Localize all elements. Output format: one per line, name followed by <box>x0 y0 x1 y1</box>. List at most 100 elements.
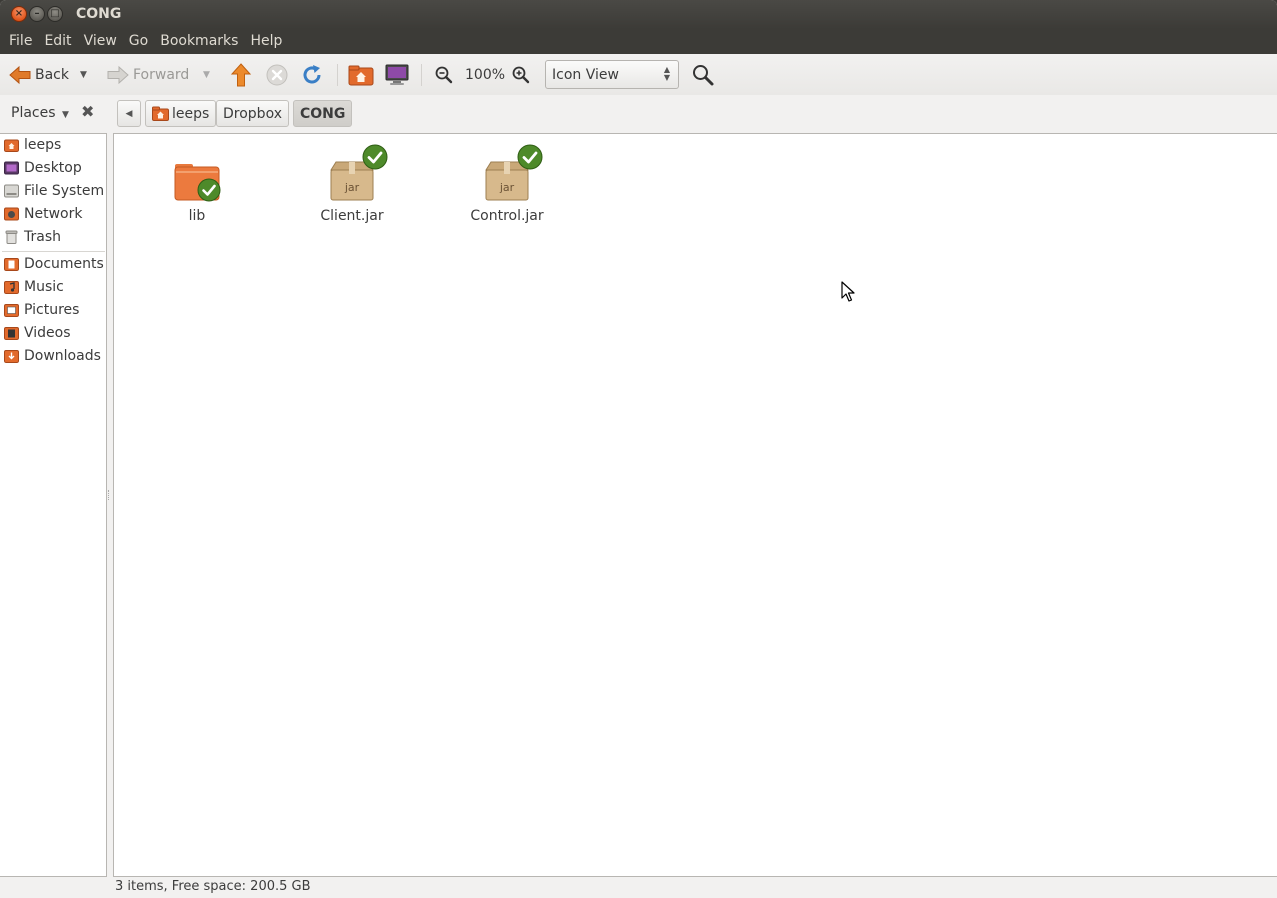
close-window-button[interactable]: × <box>11 6 27 22</box>
breadcrumb-label: leeps <box>172 105 210 122</box>
places-sidebar: leeps Desktop File System Network Trash … <box>0 133 107 877</box>
status-bar-left <box>0 877 107 898</box>
maximize-window-button[interactable]: □ <box>47 6 63 22</box>
breadcrumb-leeps[interactable]: leeps <box>145 100 217 127</box>
file-name: lib <box>188 208 206 224</box>
back-arrow-icon <box>9 65 31 85</box>
sidebar-item-desktop[interactable]: Desktop <box>4 158 82 178</box>
sidebar-item-label: Trash <box>24 229 61 245</box>
places-label: Places <box>11 105 56 121</box>
computer-button[interactable] <box>385 62 409 88</box>
menu-bar: File Edit View Go Bookmarks Help <box>0 29 1277 54</box>
back-history-dropdown[interactable]: ▼ <box>80 62 87 88</box>
sidebar-item-leeps[interactable]: leeps <box>4 135 61 155</box>
forward-history-dropdown[interactable]: ▼ <box>203 62 210 88</box>
sidebar-item-label: leeps <box>24 137 62 153</box>
zoom-out-button[interactable] <box>434 62 454 88</box>
chevron-down-icon: ▼ <box>61 110 69 120</box>
jar-archive-icon: jar <box>483 144 543 206</box>
maximize-icon: □ <box>50 8 60 19</box>
sidebar-item-pictures[interactable]: Pictures <box>4 300 79 320</box>
jar-badge-text: jar <box>499 181 515 194</box>
search-button[interactable] <box>691 62 715 88</box>
file-name: Client.jar <box>320 208 384 224</box>
menu-go[interactable]: Go <box>123 29 154 54</box>
window-title: CONG <box>76 6 122 22</box>
breadcrumb-cong[interactable]: CONG <box>293 100 353 127</box>
mouse-pointer-icon <box>841 281 855 302</box>
sidebar-item-label: Downloads <box>24 348 101 364</box>
sync-check-icon <box>362 144 388 170</box>
file-name: Control.jar <box>470 208 544 224</box>
menu-file[interactable]: File <box>3 29 38 54</box>
file-item-lib[interactable]: lib <box>137 158 257 224</box>
home-folder-icon <box>152 106 169 121</box>
location-bar: Places ▼ ✖ ◀ leeps Dropbox CONG <box>0 95 1277 133</box>
file-item-control-jar[interactable]: jar Control.jar <box>447 144 567 224</box>
toolbar-separator <box>421 64 422 86</box>
back-button[interactable]: Back <box>8 62 69 88</box>
home-button[interactable] <box>348 62 374 88</box>
sidebar-item-downloads[interactable]: Downloads <box>4 346 101 366</box>
sidebar-item-file-system[interactable]: File System <box>4 181 104 201</box>
breadcrumb-scroll-left-button[interactable]: ◀ <box>117 100 141 127</box>
reload-icon <box>303 65 321 84</box>
sidebar-item-label: Music <box>24 279 64 295</box>
zoom-in-button[interactable] <box>511 62 531 88</box>
documents-folder-icon <box>4 258 19 271</box>
jar-badge-text: jar <box>344 181 360 194</box>
toolbar-separator <box>337 64 338 86</box>
sidebar-separator <box>2 251 105 252</box>
breadcrumb-label: CONG <box>300 105 346 122</box>
sidebar-item-label: Desktop <box>24 160 82 176</box>
computer-icon <box>385 64 409 85</box>
home-folder-icon <box>348 65 374 86</box>
search-icon <box>693 65 714 86</box>
zoom-level-label: 100% <box>465 67 506 83</box>
pane-resize-handle[interactable] <box>108 490 111 500</box>
file-view[interactable]: lib jar Client.jar jar Control.jar <box>113 133 1277 877</box>
close-icon: × <box>14 8 24 19</box>
chevron-down-icon: ▼ <box>203 70 210 80</box>
downloads-folder-icon <box>4 350 19 363</box>
sidebar-item-label: Network <box>24 206 83 222</box>
menu-bookmarks[interactable]: Bookmarks <box>154 29 244 54</box>
minimize-window-button[interactable]: – <box>29 6 45 22</box>
stop-button[interactable] <box>266 62 288 88</box>
menu-view[interactable]: View <box>78 29 123 54</box>
chevron-down-icon: ▼ <box>80 70 87 80</box>
view-mode-select[interactable]: Icon View ▲ ▼ <box>545 60 679 89</box>
home-folder-icon <box>4 139 19 152</box>
sidebar-item-network[interactable]: Network <box>4 204 82 224</box>
reload-button[interactable] <box>301 62 323 88</box>
menu-help[interactable]: Help <box>244 29 288 54</box>
forward-button[interactable]: Forward <box>106 62 189 88</box>
menu-edit[interactable]: Edit <box>38 29 77 54</box>
sidebar-item-trash[interactable]: Trash <box>4 227 61 247</box>
sidebar-item-music[interactable]: Music <box>4 277 64 297</box>
forward-label: Forward <box>133 67 190 83</box>
network-icon <box>4 207 19 221</box>
folder-icon <box>173 158 221 206</box>
file-manager-window: × – □ CONG File Edit View Go Bookmarks H… <box>0 0 1277 898</box>
zoom-in-icon <box>512 66 530 84</box>
jar-archive-icon: jar <box>328 144 388 206</box>
pictures-folder-icon <box>4 304 19 317</box>
chevron-left-icon: ◀ <box>125 108 133 119</box>
trash-icon <box>5 230 18 244</box>
breadcrumb-dropbox[interactable]: Dropbox <box>216 100 289 127</box>
sidebar-item-label: Pictures <box>24 302 80 318</box>
sidebar-item-videos[interactable]: Videos <box>4 323 71 343</box>
forward-arrow-icon <box>107 65 129 85</box>
up-arrow-icon <box>230 63 252 87</box>
close-sidebar-button[interactable]: ✖ <box>81 102 94 121</box>
sidebar-item-label: Documents <box>24 256 104 272</box>
places-dropdown[interactable]: Places ▼ <box>11 105 69 121</box>
close-icon: ✖ <box>81 102 95 121</box>
view-mode-value: Icon View <box>552 66 619 83</box>
file-item-client-jar[interactable]: jar Client.jar <box>292 144 412 224</box>
up-button[interactable] <box>230 62 252 88</box>
music-folder-icon <box>4 281 19 294</box>
sidebar-item-documents[interactable]: Documents <box>4 254 104 274</box>
desktop-icon <box>4 161 19 175</box>
